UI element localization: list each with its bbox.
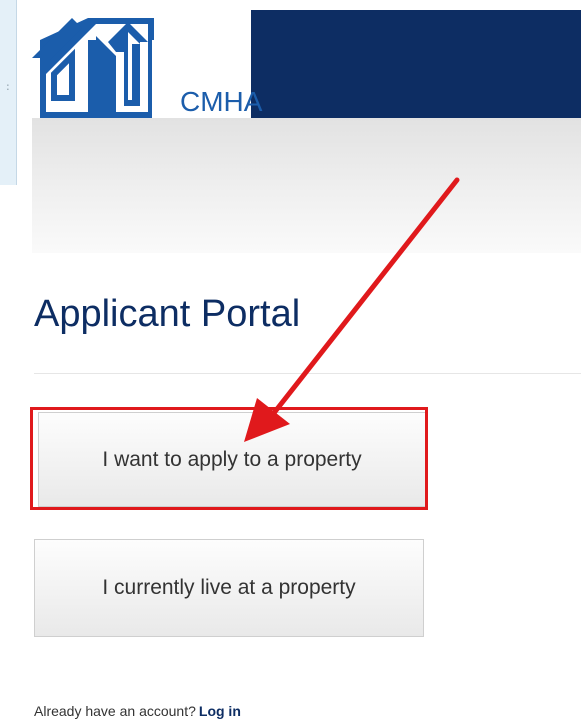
- hero-band: [32, 118, 581, 253]
- login-link[interactable]: Log in: [199, 703, 241, 719]
- side-panel-mark: :: [6, 80, 10, 93]
- title-divider: [34, 373, 581, 374]
- side-panel: :: [0, 0, 17, 185]
- login-prompt-text: Already have an account?: [34, 703, 196, 719]
- apply-to-property-button[interactable]: I want to apply to a property: [38, 412, 426, 507]
- logo-text: CMHA: [180, 86, 263, 117]
- login-prompt: Already have an account? Log in: [34, 703, 241, 719]
- cmha-logo[interactable]: CMHA: [32, 10, 262, 118]
- page-title: Applicant Portal: [34, 293, 301, 335]
- current-resident-button[interactable]: I currently live at a property: [34, 539, 424, 637]
